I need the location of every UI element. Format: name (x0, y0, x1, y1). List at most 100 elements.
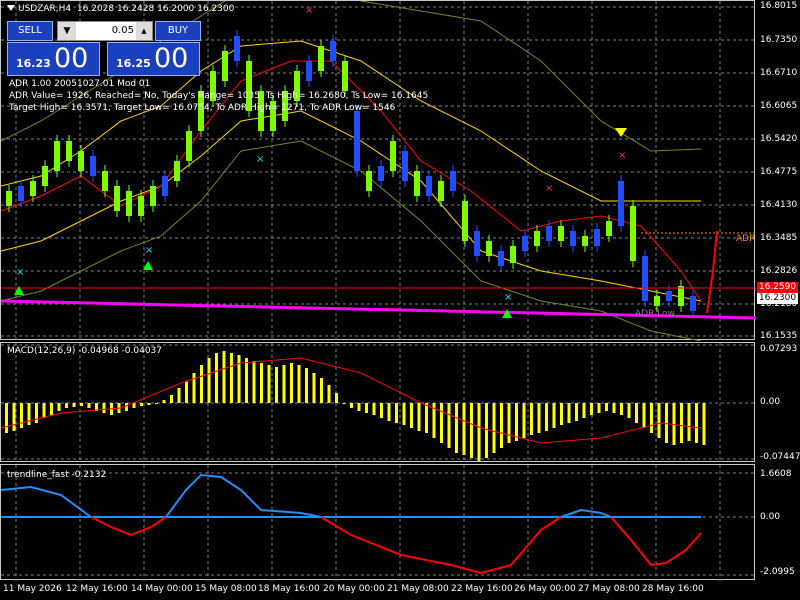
adr-low-label: ADR Low (635, 309, 675, 319)
time-tick: 26 May 00:00 (514, 584, 576, 594)
macd-histogram-bar (207, 358, 211, 403)
candle-body (378, 166, 384, 181)
macd-histogram-bar (522, 403, 526, 438)
macd-axis-bottom: -0.07447 (760, 452, 800, 462)
candle-body (630, 206, 636, 261)
macd-histogram-bar (485, 403, 488, 458)
candle-body (582, 236, 588, 246)
macd-axis-zero: 0.00 (760, 397, 781, 407)
macd-signal-line (1, 357, 702, 444)
candle-body (66, 141, 72, 161)
macd-histogram-bar (177, 388, 181, 403)
candle-body (642, 256, 648, 301)
time-tick: 18 May 16:00 (258, 584, 320, 594)
candle-body (474, 231, 480, 256)
macd-histogram-bar (627, 403, 631, 418)
candle-body (534, 231, 540, 246)
macd-histogram-bar (545, 403, 548, 431)
buy-price-button[interactable]: 16.25 00 (107, 42, 200, 76)
macd-histogram-bar (380, 403, 383, 418)
lot-size-value[interactable]: 0.05 (78, 22, 134, 40)
candle-body (174, 161, 180, 181)
triangle-up-icon: ▲ (141, 27, 147, 35)
macd-histogram-bar (327, 385, 331, 403)
cross-signal-icon: × (618, 150, 626, 161)
macd-histogram-bar (567, 403, 571, 423)
candle-body (18, 186, 24, 201)
cross-signal-icon: × (545, 183, 553, 194)
cross-signal-icon: × (16, 267, 24, 278)
sell-button[interactable]: SELL (7, 21, 53, 41)
trendline-positive-segment (1, 485, 92, 518)
trendline-canvas[interactable] (1, 465, 756, 581)
trendline-positive-segment (560, 508, 612, 518)
macd-histogram-bar (650, 403, 653, 433)
macd-histogram-bar (440, 403, 443, 443)
symbol-label: USDZAR,H4 (18, 4, 72, 14)
collapse-arrow-icon[interactable] (7, 5, 15, 11)
lot-decrease-button[interactable]: ▼ (58, 22, 76, 40)
candle-body (510, 246, 516, 263)
price-tick: 16.8015 (760, 1, 798, 11)
macd-histogram-bar (560, 403, 563, 425)
macd-histogram-bar (695, 403, 698, 443)
macd-histogram-bar (350, 403, 353, 408)
candle-body (342, 61, 348, 91)
candle-body (354, 111, 360, 171)
macd-histogram-bar (312, 373, 316, 403)
macd-histogram-bar (507, 403, 511, 443)
candle-body (150, 186, 156, 206)
macd-histogram-bar (65, 403, 68, 408)
one-click-trading-panel: SELL ▼ 0.05 ▲ BUY 16.23 00 16.25 00 (7, 21, 201, 77)
price-tick: 16.1535 (760, 331, 798, 341)
candle-body (54, 141, 60, 171)
buy-button[interactable]: BUY (155, 21, 201, 41)
candle-body (606, 221, 612, 236)
macd-histogram-bar (267, 365, 271, 403)
macd-histogram-bar (402, 403, 406, 425)
macd-histogram-bar (335, 393, 338, 403)
macd-histogram-bar (155, 403, 158, 404)
price-chart-panel[interactable]: × × × × × × × USDZAR,H4 16.2028 16.2428 16.200… (0, 0, 756, 341)
time-tick: 21 May 08:00 (387, 584, 449, 594)
sell-price-small: 16.23 (16, 57, 51, 70)
candle-body (438, 181, 444, 201)
macd-histogram-bar (170, 395, 173, 403)
macd-histogram-bar (215, 353, 218, 403)
macd-histogram-bar (252, 361, 256, 403)
trendline-panel[interactable]: trendline_fast -0.2132 (0, 464, 756, 581)
price-tick: 16.2826 (760, 266, 798, 276)
trend-axis-zero: 0.00 (760, 512, 781, 522)
macd-histogram-bar (140, 403, 143, 406)
candle-body (426, 176, 432, 196)
lot-size-stepper[interactable]: ▼ 0.05 ▲ (57, 21, 153, 41)
sell-price-button[interactable]: 16.23 00 (7, 42, 100, 76)
macd-histogram-bar (387, 403, 391, 421)
buy-price-big: 00 (154, 43, 189, 74)
macd-histogram-bar (425, 403, 428, 433)
macd-histogram-bar (237, 355, 241, 403)
macd-histogram-bar (12, 403, 16, 431)
adr-label: ADR (736, 234, 756, 244)
macd-histogram-bar (230, 353, 233, 403)
macd-histogram-bar (687, 403, 691, 441)
macd-histogram-bar (125, 403, 128, 411)
trend-axis-bottom: -2.0995 (760, 567, 795, 577)
candle-body (234, 36, 240, 61)
macd-canvas[interactable] (1, 343, 756, 463)
triangle-down-icon: ▼ (63, 26, 71, 36)
price-tick: 16.6710 (760, 68, 798, 78)
candle-body (366, 171, 372, 191)
macd-histogram-bar (200, 365, 203, 403)
candle-body (6, 191, 12, 206)
macd-histogram-bar (492, 403, 496, 453)
macd-histogram-bar (680, 403, 683, 443)
candle-body (30, 181, 36, 196)
lot-increase-button[interactable]: ▲ (136, 22, 152, 40)
ohlc-values: 16.2028 16.2428 16.2000 16.2300 (76, 4, 235, 14)
macd-histogram-bar (372, 403, 376, 415)
cross-signal-icon: × (305, 5, 313, 16)
price-tick: 16.4775 (760, 167, 798, 177)
macd-panel[interactable]: MACD(12,26,9) -0.04968 -0.04037 (0, 342, 756, 463)
macd-histogram-bar (500, 403, 503, 448)
